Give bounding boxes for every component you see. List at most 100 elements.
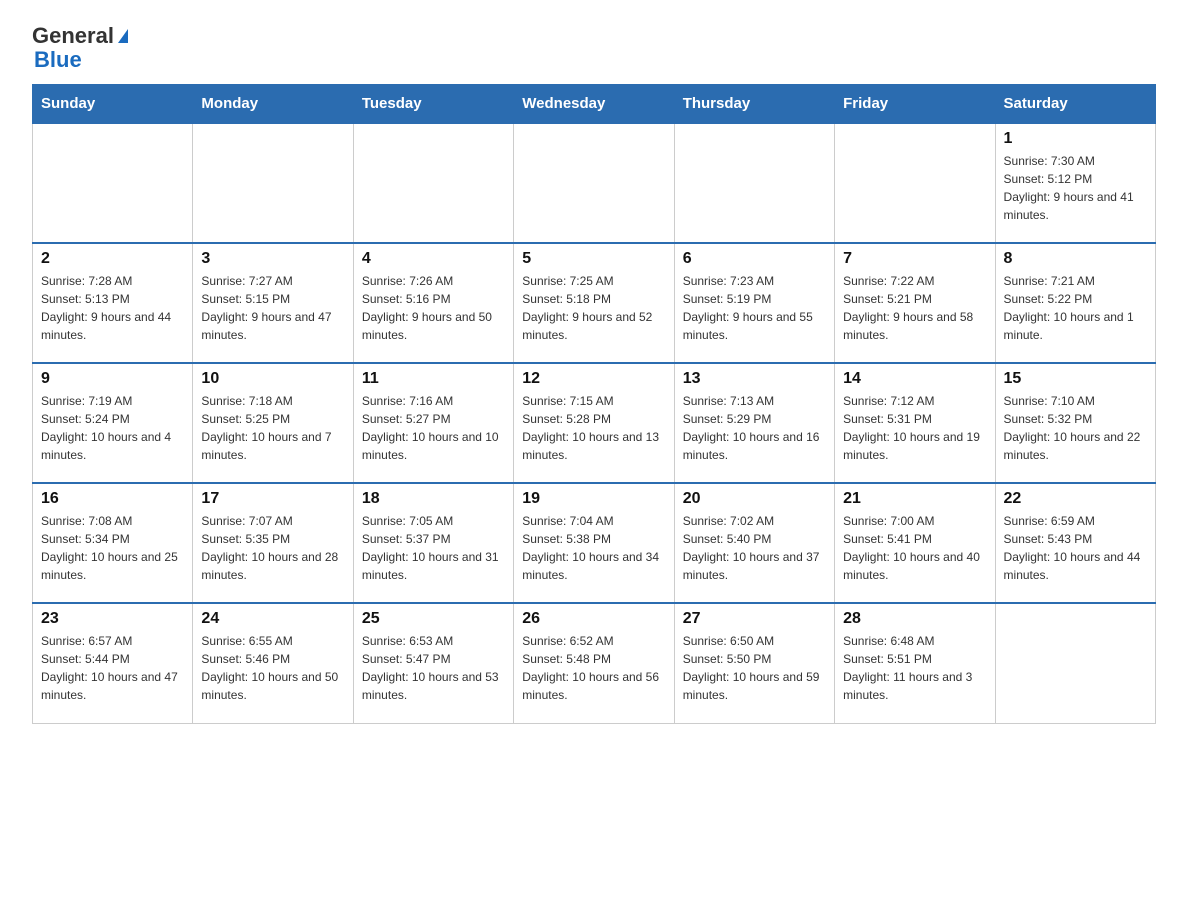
- day-number: 11: [362, 370, 505, 388]
- calendar-cell: 19 Sunrise: 7:04 AMSunset: 5:38 PMDayligh…: [514, 483, 674, 603]
- day-number: 3: [201, 250, 344, 268]
- day-info: Sunrise: 6:48 AMSunset: 5:51 PMDaylight:…: [843, 632, 986, 704]
- day-number: 14: [843, 370, 986, 388]
- weekday-header-monday: Monday: [193, 85, 353, 124]
- day-number: 26: [522, 610, 665, 628]
- week-row-2: 2 Sunrise: 7:28 AMSunset: 5:13 PMDaylight…: [33, 243, 1156, 363]
- weekday-header-friday: Friday: [835, 85, 995, 124]
- day-number: 21: [843, 490, 986, 508]
- weekday-header-wednesday: Wednesday: [514, 85, 674, 124]
- calendar-cell: 16 Sunrise: 7:08 AMSunset: 5:34 PMDayligh…: [33, 483, 193, 603]
- calendar-cell: 8 Sunrise: 7:21 AMSunset: 5:22 PMDaylight…: [995, 243, 1155, 363]
- day-info: Sunrise: 6:59 AMSunset: 5:43 PMDaylight:…: [1004, 512, 1147, 584]
- day-info: Sunrise: 7:26 AMSunset: 5:16 PMDaylight:…: [362, 272, 505, 344]
- day-info: Sunrise: 7:13 AMSunset: 5:29 PMDaylight:…: [683, 392, 826, 464]
- day-number: 23: [41, 610, 184, 628]
- day-info: Sunrise: 7:05 AMSunset: 5:37 PMDaylight:…: [362, 512, 505, 584]
- calendar-cell: 10Sunrise: 7:18 AMSunset: 5:25 PMDayligh…: [193, 363, 353, 483]
- day-number: 15: [1004, 370, 1147, 388]
- day-info: Sunrise: 7:15 AMSunset: 5:28 PMDaylight:…: [522, 392, 665, 464]
- calendar-cell: [33, 123, 193, 243]
- weekday-header-sunday: Sunday: [33, 85, 193, 124]
- calendar-cell: [353, 123, 513, 243]
- calendar-cell: 21 Sunrise: 7:00 AMSunset: 5:41 PMDayligh…: [835, 483, 995, 603]
- day-info: Sunrise: 7:07 AMSunset: 5:35 PMDaylight:…: [201, 512, 344, 584]
- calendar-cell: 7 Sunrise: 7:22 AMSunset: 5:21 PMDaylight…: [835, 243, 995, 363]
- calendar-cell: 18Sunrise: 7:05 AMSunset: 5:37 PMDayligh…: [353, 483, 513, 603]
- calendar-cell: 1 Sunrise: 7:30 AMSunset: 5:12 PMDaylight…: [995, 123, 1155, 243]
- day-number: 13: [683, 370, 826, 388]
- week-row-1: 1 Sunrise: 7:30 AMSunset: 5:12 PMDaylight…: [33, 123, 1156, 243]
- day-info: Sunrise: 7:28 AMSunset: 5:13 PMDaylight:…: [41, 272, 184, 344]
- calendar-cell: 24 Sunrise: 6:55 AMSunset: 5:46 PMDayligh…: [193, 603, 353, 723]
- calendar-cell: 26 Sunrise: 6:52 AMSunset: 5:48 PMDayligh…: [514, 603, 674, 723]
- calendar-cell: [193, 123, 353, 243]
- calendar-cell: 28Sunrise: 6:48 AMSunset: 5:51 PMDayligh…: [835, 603, 995, 723]
- day-info: Sunrise: 7:10 AMSunset: 5:32 PMDaylight:…: [1004, 392, 1147, 464]
- day-number: 25: [362, 610, 505, 628]
- calendar-cell: 20 Sunrise: 7:02 AMSunset: 5:40 PMDayligh…: [674, 483, 834, 603]
- weekday-header-row: SundayMondayTuesdayWednesdayThursdayFrid…: [33, 85, 1156, 124]
- day-info: Sunrise: 7:27 AMSunset: 5:15 PMDaylight:…: [201, 272, 344, 344]
- week-row-5: 23 Sunrise: 6:57 AMSunset: 5:44 PMDayligh…: [33, 603, 1156, 723]
- day-number: 5: [522, 250, 665, 268]
- day-number: 16: [41, 490, 184, 508]
- day-info: Sunrise: 7:23 AMSunset: 5:19 PMDaylight:…: [683, 272, 826, 344]
- calendar-cell: 2 Sunrise: 7:28 AMSunset: 5:13 PMDaylight…: [33, 243, 193, 363]
- day-info: Sunrise: 6:55 AMSunset: 5:46 PMDaylight:…: [201, 632, 344, 704]
- logo-text-general: General: [32, 24, 114, 48]
- day-info: Sunrise: 7:08 AMSunset: 5:34 PMDaylight:…: [41, 512, 184, 584]
- calendar-cell: 27 Sunrise: 6:50 AMSunset: 5:50 PMDayligh…: [674, 603, 834, 723]
- calendar-cell: [995, 603, 1155, 723]
- calendar-cell: 17 Sunrise: 7:07 AMSunset: 5:35 PMDayligh…: [193, 483, 353, 603]
- calendar-cell: [835, 123, 995, 243]
- day-number: 7: [843, 250, 986, 268]
- day-number: 1: [1004, 130, 1147, 148]
- day-info: Sunrise: 7:21 AMSunset: 5:22 PMDaylight:…: [1004, 272, 1147, 344]
- day-info: Sunrise: 6:53 AMSunset: 5:47 PMDaylight:…: [362, 632, 505, 704]
- calendar-cell: 6Sunrise: 7:23 AMSunset: 5:19 PMDaylight…: [674, 243, 834, 363]
- day-number: 22: [1004, 490, 1147, 508]
- logo: General Blue: [32, 24, 128, 72]
- day-info: Sunrise: 7:22 AMSunset: 5:21 PMDaylight:…: [843, 272, 986, 344]
- day-info: Sunrise: 7:19 AMSunset: 5:24 PMDaylight:…: [41, 392, 184, 464]
- calendar-cell: 12Sunrise: 7:15 AMSunset: 5:28 PMDayligh…: [514, 363, 674, 483]
- calendar-table: SundayMondayTuesdayWednesdayThursdayFrid…: [32, 84, 1156, 724]
- calendar-cell: 11 Sunrise: 7:16 AMSunset: 5:27 PMDayligh…: [353, 363, 513, 483]
- day-info: Sunrise: 7:04 AMSunset: 5:38 PMDaylight:…: [522, 512, 665, 584]
- weekday-header-thursday: Thursday: [674, 85, 834, 124]
- calendar-cell: 5 Sunrise: 7:25 AMSunset: 5:18 PMDaylight…: [514, 243, 674, 363]
- day-info: Sunrise: 6:50 AMSunset: 5:50 PMDaylight:…: [683, 632, 826, 704]
- calendar-cell: 13 Sunrise: 7:13 AMSunset: 5:29 PMDayligh…: [674, 363, 834, 483]
- day-info: Sunrise: 6:52 AMSunset: 5:48 PMDaylight:…: [522, 632, 665, 704]
- calendar-cell: [514, 123, 674, 243]
- day-number: 4: [362, 250, 505, 268]
- logo-triangle-icon: [118, 29, 128, 43]
- day-info: Sunrise: 7:16 AMSunset: 5:27 PMDaylight:…: [362, 392, 505, 464]
- day-number: 19: [522, 490, 665, 508]
- day-info: Sunrise: 7:25 AMSunset: 5:18 PMDaylight:…: [522, 272, 665, 344]
- day-number: 27: [683, 610, 826, 628]
- day-info: Sunrise: 7:00 AMSunset: 5:41 PMDaylight:…: [843, 512, 986, 584]
- day-info: Sunrise: 7:12 AMSunset: 5:31 PMDaylight:…: [843, 392, 986, 464]
- day-info: Sunrise: 7:18 AMSunset: 5:25 PMDaylight:…: [201, 392, 344, 464]
- day-info: Sunrise: 7:30 AMSunset: 5:12 PMDaylight:…: [1004, 152, 1147, 224]
- day-info: Sunrise: 6:57 AMSunset: 5:44 PMDaylight:…: [41, 632, 184, 704]
- weekday-header-tuesday: Tuesday: [353, 85, 513, 124]
- calendar-cell: 23 Sunrise: 6:57 AMSunset: 5:44 PMDayligh…: [33, 603, 193, 723]
- day-number: 20: [683, 490, 826, 508]
- page-header: General Blue: [32, 24, 1156, 72]
- calendar-cell: 14 Sunrise: 7:12 AMSunset: 5:31 PMDayligh…: [835, 363, 995, 483]
- logo-text-blue: Blue: [34, 48, 82, 72]
- calendar-cell: [674, 123, 834, 243]
- calendar-cell: 3 Sunrise: 7:27 AMSunset: 5:15 PMDaylight…: [193, 243, 353, 363]
- calendar-cell: 4 Sunrise: 7:26 AMSunset: 5:16 PMDaylight…: [353, 243, 513, 363]
- day-number: 2: [41, 250, 184, 268]
- day-info: Sunrise: 7:02 AMSunset: 5:40 PMDaylight:…: [683, 512, 826, 584]
- calendar-cell: 15 Sunrise: 7:10 AMSunset: 5:32 PMDayligh…: [995, 363, 1155, 483]
- day-number: 9: [41, 370, 184, 388]
- day-number: 8: [1004, 250, 1147, 268]
- calendar-cell: 25 Sunrise: 6:53 AMSunset: 5:47 PMDayligh…: [353, 603, 513, 723]
- day-number: 17: [201, 490, 344, 508]
- day-number: 24: [201, 610, 344, 628]
